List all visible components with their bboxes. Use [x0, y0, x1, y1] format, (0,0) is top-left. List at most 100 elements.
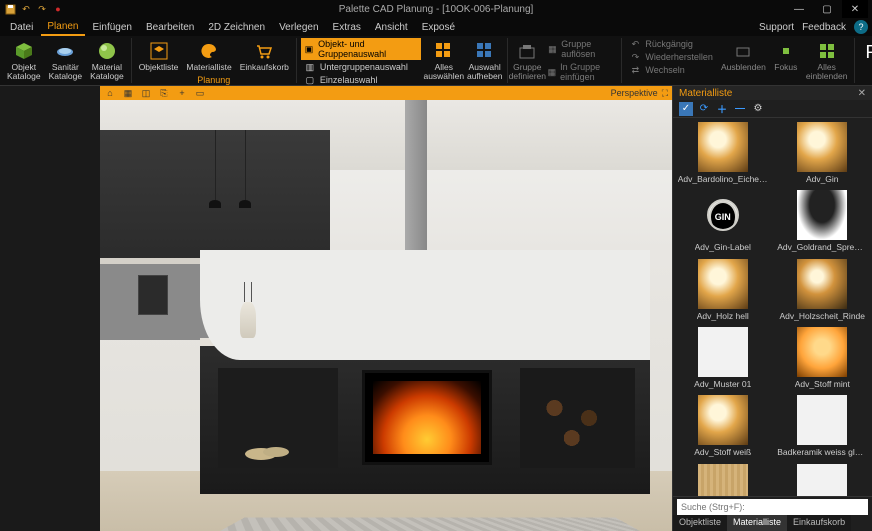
- material-item[interactable]: Adv_Muster 01: [675, 327, 771, 389]
- material-item[interactable]: Adv_Goldrand_Sprenkel (2): [775, 190, 871, 252]
- minimize-button[interactable]: —: [786, 0, 812, 18]
- auswahl-aufheben-button[interactable]: Auswahl aufheben: [466, 38, 503, 84]
- close-button[interactable]: ✕: [842, 0, 868, 18]
- material-item[interactable]: [775, 464, 871, 496]
- search-box[interactable]: [677, 499, 868, 515]
- wiederherstellen[interactable]: ↷Wiederherstellen: [626, 51, 716, 63]
- add-icon[interactable]: ＋: [715, 102, 729, 116]
- material-item[interactable]: Adv_Stoff weiß: [675, 395, 771, 457]
- undo-icon[interactable]: ↶: [20, 3, 32, 15]
- viewport-toolbar: ⌂ ▦ ◫ ⎘ + ▭ Perspektive⛶: [100, 86, 672, 100]
- panel-close-icon[interactable]: ✕: [858, 88, 866, 99]
- help-icon[interactable]: ?: [854, 20, 868, 34]
- material-label: Adv_Stoff mint: [795, 380, 850, 389]
- redo-mini-icon: ↷: [629, 52, 641, 62]
- support-link[interactable]: Support: [759, 22, 794, 33]
- ausblenden-button[interactable]: Ausblenden: [718, 38, 769, 74]
- einkaufskorb-button[interactable]: Einkaufskorb: [237, 38, 292, 74]
- menu-2d-zeichnen[interactable]: 2D Zeichnen: [202, 20, 271, 35]
- material-scroll[interactable]: Adv_Bardolino_Eiche_naturAdv_GinGINAdv_G…: [673, 118, 872, 496]
- material-thumb: GIN: [707, 199, 739, 231]
- menubar: Datei Planen Einfügen Bearbeiten 2D Zeic…: [0, 18, 872, 36]
- wechseln[interactable]: ⇄Wechseln: [626, 64, 716, 76]
- menu-verlegen[interactable]: Verlegen: [273, 20, 324, 35]
- group-label-planung: Planung: [197, 74, 230, 85]
- focus-icon: [775, 40, 797, 62]
- titlebar: ↶ ↷ ● Palette CAD Planung - [10OK-006-Pl…: [0, 0, 872, 18]
- viewport-canvas[interactable]: [100, 100, 672, 531]
- materialliste-button[interactable]: Materialliste: [183, 38, 234, 74]
- redo-icon[interactable]: ↷: [36, 3, 48, 15]
- untergruppenauswahl-toggle[interactable]: ▥Untergruppenauswahl: [301, 61, 421, 73]
- ribbon-group-planung: Objektliste Materialliste Einkaufskorb P…: [132, 38, 297, 83]
- expand-icon[interactable]: ⛶: [662, 88, 668, 99]
- menu-extras[interactable]: Extras: [327, 20, 367, 35]
- feedback-link[interactable]: Feedback: [802, 22, 846, 33]
- ribbon-group-kataloge: Objekt Kataloge Sanitär Kataloge Materia…: [0, 38, 132, 83]
- gear-icon[interactable]: ⚙: [751, 102, 765, 116]
- check-icon[interactable]: ✓: [679, 102, 693, 116]
- objekt-kataloge-button[interactable]: Objekt Kataloge: [4, 38, 44, 84]
- panel-footer: Objektliste Materialliste Einkaufskorb: [673, 496, 872, 531]
- objekt-gruppenauswahl-toggle[interactable]: ▣Objekt- und Gruppenauswahl: [301, 38, 421, 60]
- material-item[interactable]: Adv_Gin: [775, 122, 871, 184]
- left-panel: [0, 86, 100, 531]
- material-item[interactable]: Adv_Bardolino_Eiche_natur: [675, 122, 771, 184]
- menu-bearbeiten[interactable]: Bearbeiten: [140, 20, 200, 35]
- scene-lamp-2: [245, 130, 246, 200]
- link-icon[interactable]: ⎘: [158, 87, 170, 99]
- menu-einfuegen[interactable]: Einfügen: [87, 20, 138, 35]
- einzelauswahl-toggle[interactable]: ▢Einzelauswahl: [301, 74, 421, 86]
- view-icon[interactable]: ◫: [140, 87, 152, 99]
- menu-expose[interactable]: Exposé: [416, 20, 461, 35]
- tab-objektliste[interactable]: Objektliste: [673, 515, 727, 531]
- save-icon[interactable]: [4, 3, 16, 15]
- alles-auswaehlen-button[interactable]: Alles auswählen: [423, 38, 464, 84]
- home-icon[interactable]: ⌂: [104, 87, 116, 99]
- swap-icon: ⇄: [629, 65, 641, 75]
- menu-planen[interactable]: Planen: [41, 19, 84, 36]
- material-label: Adv_Muster 01: [694, 380, 751, 389]
- tab-einkaufskorb[interactable]: Einkaufskorb: [787, 515, 851, 531]
- material-item[interactable]: Adv_Holz hell: [675, 259, 771, 321]
- material-label: Badkeramik weiss glänzend: [777, 448, 867, 457]
- material-item[interactable]: [675, 464, 771, 496]
- material-thumb: [698, 259, 748, 309]
- firebox: [362, 370, 492, 465]
- scene-rug: [220, 518, 640, 531]
- search-input[interactable]: [681, 502, 864, 512]
- material-kataloge-button[interactable]: Material Kataloge: [87, 38, 127, 84]
- main-area: ⌂ ▦ ◫ ⎘ + ▭ Perspektive⛶: [0, 86, 872, 531]
- scene-chimney: [405, 100, 427, 260]
- file-icon[interactable]: ▭: [194, 87, 206, 99]
- tool-icon[interactable]: +: [176, 87, 188, 99]
- material-item[interactable]: Adv_Holzscheit_Rinde: [775, 259, 871, 321]
- grid-icon[interactable]: ▦: [122, 87, 134, 99]
- remove-icon[interactable]: —: [733, 102, 747, 116]
- group-icon: [516, 40, 538, 62]
- objektliste-button[interactable]: Objektliste: [136, 38, 182, 74]
- menu-ansicht[interactable]: Ansicht: [369, 20, 414, 35]
- menu-datei[interactable]: Datei: [4, 20, 39, 35]
- material-item[interactable]: Adv_Stoff mint: [775, 327, 871, 389]
- record-icon[interactable]: ●: [52, 3, 64, 15]
- fireplace-hood: [200, 250, 650, 360]
- sanitaer-kataloge-button[interactable]: Sanitär Kataloge: [46, 38, 86, 84]
- material-item[interactable]: Badkeramik weiss glänzend: [775, 395, 871, 457]
- scene-vase: [240, 302, 256, 338]
- show-all-icon: [816, 40, 838, 62]
- alles-einblenden-button[interactable]: Alles einblenden: [803, 38, 851, 84]
- ribbon-group-gruppe: Gruppe definieren ▦Gruppe auflösen ▦In G…: [508, 38, 622, 83]
- insert-group-icon: ▦: [548, 67, 557, 77]
- maximize-button[interactable]: ▢: [814, 0, 840, 18]
- tab-materialliste[interactable]: Materialliste: [727, 515, 787, 531]
- rueckgaengig[interactable]: ↶Rückgängig: [626, 38, 716, 50]
- in-gruppe-einfuegen[interactable]: ▦In Gruppe einfügen: [545, 61, 618, 83]
- material-item[interactable]: GINAdv_Gin-Label: [675, 190, 771, 252]
- gruppe-definieren-button[interactable]: Gruppe definieren: [512, 38, 543, 84]
- gruppe-aufloesen[interactable]: ▦Gruppe auflösen: [545, 38, 618, 60]
- fokus-button[interactable]: Fokus: [771, 38, 801, 74]
- material-thumb: [797, 190, 847, 240]
- refresh-icon[interactable]: ⟳: [697, 102, 711, 116]
- material-thumb: [698, 395, 748, 445]
